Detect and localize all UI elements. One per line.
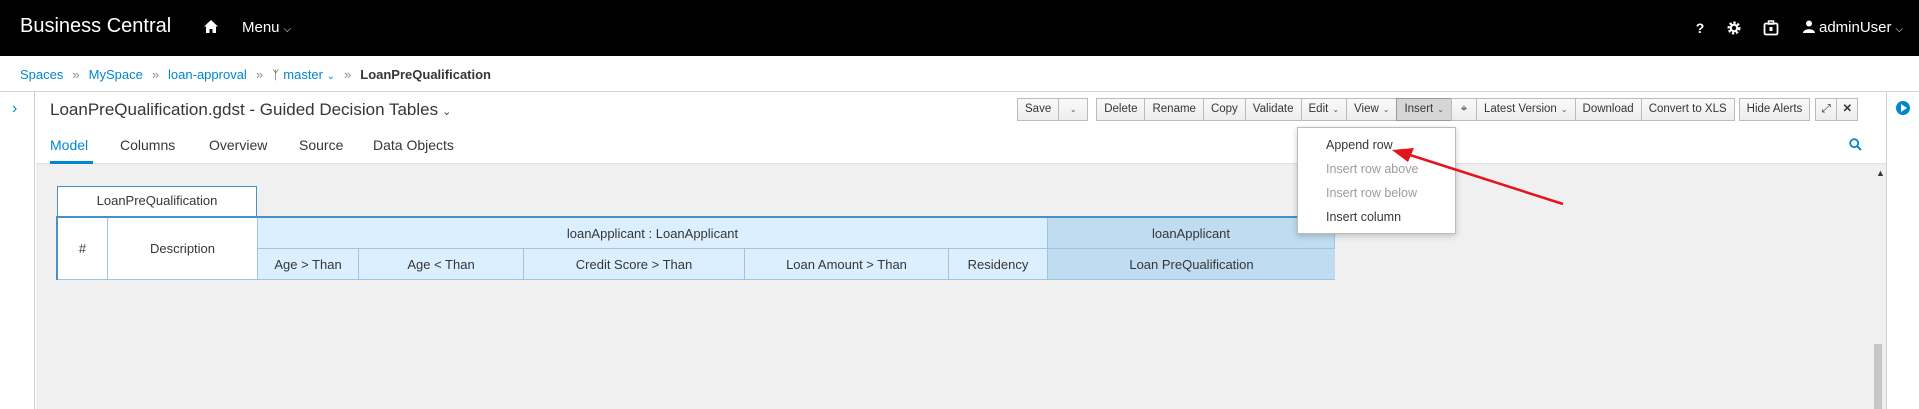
crosshair-icon[interactable]: ⌖ bbox=[1450, 98, 1477, 121]
action-pattern-header[interactable]: loanApplicant bbox=[1048, 218, 1335, 249]
main-menu-button[interactable]: Menu ⌵ bbox=[242, 19, 291, 36]
convert-to-xls-button[interactable]: Convert to XLS bbox=[1640, 98, 1735, 121]
edit-label: Edit bbox=[1308, 103, 1329, 115]
decision-table: # Description loanApplicant : LoanApplic… bbox=[56, 216, 1335, 280]
breadcrumb-branch[interactable]: master ⌄ bbox=[283, 67, 335, 82]
breadcrumb-spaces[interactable]: Spaces bbox=[20, 67, 63, 82]
main-menu-label: Menu bbox=[242, 19, 280, 36]
chevron-down-icon: ⌵ bbox=[283, 24, 292, 35]
maximize-icon[interactable]: ⤢ bbox=[1815, 98, 1838, 121]
breadcrumb-separator: » bbox=[255, 67, 264, 82]
breadcrumb-separator: » bbox=[151, 67, 160, 82]
table-name-tab[interactable]: LoanPreQualification bbox=[57, 186, 257, 216]
validate-button[interactable]: Validate bbox=[1244, 98, 1302, 121]
branch-icon: ᛉ bbox=[272, 68, 280, 82]
tab-overview[interactable]: Overview bbox=[209, 137, 267, 153]
tab-columns[interactable]: Columns bbox=[120, 137, 175, 153]
column-header[interactable]: Residency bbox=[949, 249, 1048, 280]
chevron-down-icon: ⌄ bbox=[1332, 105, 1340, 114]
edit-menu-button[interactable]: Edit ⌄ bbox=[1300, 98, 1348, 121]
delete-button[interactable]: Delete bbox=[1096, 98, 1146, 121]
chevron-down-icon: ⌄ bbox=[442, 106, 452, 118]
chevron-down-icon: ⌄ bbox=[1560, 105, 1568, 114]
breadcrumb-separator: » bbox=[72, 67, 80, 82]
file-title-text: LoanPreQualification.gdst - Guided Decis… bbox=[50, 100, 439, 119]
decision-table-canvas[interactable]: ▲ bbox=[36, 164, 1886, 409]
column-header[interactable]: Credit Score > Than bbox=[524, 249, 745, 280]
save-options-button[interactable]: ⌄ bbox=[1058, 98, 1089, 121]
home-icon[interactable] bbox=[203, 19, 219, 35]
editor-header: LoanPreQualification.gdst - Guided Decis… bbox=[36, 92, 1886, 128]
chevron-down-icon: ⌄ bbox=[1382, 105, 1390, 114]
close-icon[interactable]: ✕ bbox=[1836, 98, 1859, 121]
menu-item-insert-row-above: Insert row above bbox=[1326, 162, 1419, 176]
tab-data-objects[interactable]: Data Objects bbox=[373, 137, 454, 153]
tab-model[interactable]: Model bbox=[50, 137, 88, 153]
editor-tabs: Model Columns Overview Source Data Objec… bbox=[36, 128, 1886, 164]
menu-item-append-row[interactable]: Append row bbox=[1326, 138, 1393, 152]
top-navbar: Business Central Menu ⌵ ? adminUser ⌵ bbox=[0, 0, 1919, 56]
description-header[interactable]: Description bbox=[108, 218, 258, 280]
column-header[interactable]: Loan Amount > Than bbox=[745, 249, 949, 280]
editor-toolbar: Save ⌄ Delete Rename Copy Validate Edit ⌄… bbox=[1017, 98, 1859, 121]
insert-dropdown-menu: Append row Insert row above Insert row b… bbox=[1297, 127, 1456, 234]
breadcrumb-space[interactable]: MySpace bbox=[89, 67, 143, 82]
user-icon bbox=[1803, 20, 1815, 33]
download-button[interactable]: Download bbox=[1574, 98, 1642, 121]
insert-label: Insert bbox=[1404, 103, 1434, 115]
chevron-down-icon: ⌄ bbox=[1069, 105, 1077, 114]
breadcrumb-separator: » bbox=[344, 67, 352, 82]
search-icon[interactable] bbox=[1849, 138, 1862, 151]
view-menu-button[interactable]: View ⌄ bbox=[1346, 98, 1398, 121]
condition-pattern-header[interactable]: loanApplicant : LoanApplicant bbox=[258, 218, 1048, 249]
gear-icon[interactable] bbox=[1726, 20, 1742, 36]
menu-item-insert-column[interactable]: Insert column bbox=[1326, 210, 1401, 224]
hide-alerts-button[interactable]: Hide Alerts bbox=[1738, 98, 1811, 121]
chevron-right-icon[interactable]: › bbox=[12, 100, 17, 118]
chevron-down-icon: ⌄ bbox=[1437, 105, 1444, 114]
row-number-header[interactable]: # bbox=[58, 218, 108, 280]
version-label: Latest Version bbox=[1483, 103, 1557, 115]
play-icon[interactable] bbox=[1896, 101, 1910, 115]
save-button[interactable]: Save bbox=[1017, 98, 1060, 121]
tab-source[interactable]: Source bbox=[299, 137, 343, 153]
vertical-scrollbar[interactable] bbox=[1874, 344, 1882, 409]
menu-item-insert-row-below: Insert row below bbox=[1326, 186, 1418, 200]
breadcrumb-project[interactable]: loan-approval bbox=[168, 67, 247, 82]
apps-icon[interactable] bbox=[1763, 20, 1779, 36]
editor-title[interactable]: LoanPreQualification.gdst - Guided Decis… bbox=[50, 100, 451, 120]
brand-title[interactable]: Business Central bbox=[20, 15, 171, 38]
copy-button[interactable]: Copy bbox=[1202, 98, 1246, 121]
help-icon[interactable]: ? bbox=[1692, 20, 1708, 36]
insert-menu-button[interactable]: Insert ⌄ bbox=[1396, 98, 1452, 121]
column-header[interactable]: Age < Than bbox=[359, 249, 524, 280]
left-panel-rail: › bbox=[0, 92, 35, 409]
branch-label: master bbox=[283, 67, 323, 82]
column-header[interactable]: Loan PreQualification bbox=[1048, 249, 1335, 280]
breadcrumb: Spaces » MySpace » loan-approval » ᛉ master ⌄ » L… bbox=[0, 56, 1919, 92]
scroll-up-icon[interactable]: ▲ bbox=[1876, 168, 1885, 178]
rename-button[interactable]: Rename bbox=[1144, 98, 1204, 121]
right-panel-rail bbox=[1886, 92, 1919, 409]
column-header[interactable]: Age > Than bbox=[258, 249, 359, 280]
user-name: adminUser bbox=[1819, 19, 1892, 36]
version-menu-button[interactable]: Latest Version ⌄ bbox=[1475, 98, 1576, 121]
chevron-down-icon: ⌵ bbox=[1895, 24, 1904, 35]
chevron-down-icon: ⌄ bbox=[326, 71, 336, 82]
view-label: View bbox=[1354, 103, 1379, 115]
breadcrumb-current: LoanPreQualification bbox=[360, 67, 491, 82]
user-menu-button[interactable]: adminUser ⌵ bbox=[1803, 19, 1903, 36]
